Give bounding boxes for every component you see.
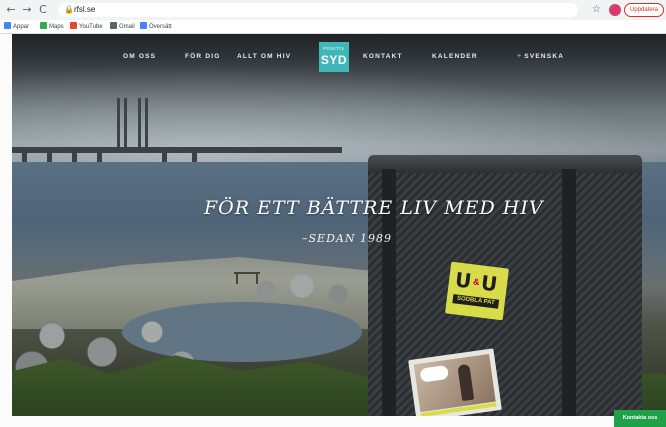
bookmark-apps[interactable]: Appar xyxy=(4,22,29,31)
translate-icon xyxy=(140,22,147,29)
nav-allt-om-hiv[interactable]: ALLT OM HIV xyxy=(237,52,291,62)
sticker-amp: & xyxy=(472,276,481,288)
nav-kontakt[interactable]: KONTAKT xyxy=(363,52,403,62)
address-url[interactable]: rfsl.se xyxy=(74,3,95,17)
apps-icon xyxy=(4,22,11,29)
forward-icon[interactable]: → xyxy=(20,3,34,17)
bookmark-gmail[interactable]: Gmail xyxy=(110,22,135,31)
bench xyxy=(234,272,260,284)
bookmark-label: Appar xyxy=(13,24,30,30)
bookmark-label: Maps xyxy=(49,24,64,30)
web-page: U & U SODBLA PAT FÖR ETT BÄTTRE LIV MED … xyxy=(0,34,666,427)
bridge-pylon xyxy=(138,98,141,150)
nav-for-dig[interactable]: FÖR DIG xyxy=(185,52,220,62)
bookmark-label: Översätt xyxy=(149,24,172,30)
bridge-pylon xyxy=(117,98,120,150)
lock-icon: 🔒 xyxy=(64,5,74,14)
bookmark-youtube[interactable]: YouTube xyxy=(70,22,103,31)
site-navigation: OM OSS FÖR DIG ALLT OM HIV POSITIV SYD K… xyxy=(12,34,666,78)
language-label: SVENSKA xyxy=(524,53,565,60)
hero-subline: –SEDAN 1989 xyxy=(302,232,392,245)
bridge-pylon xyxy=(145,98,148,150)
browser-toolbar: ← → C 🔒 rfsl.se ☆ Uppdatera xyxy=(0,0,666,20)
profile-avatar[interactable] xyxy=(609,4,621,16)
sticker-letter: U xyxy=(479,270,499,297)
sticker-letter: U xyxy=(453,267,473,294)
hero-headline: FÖR ETT BÄTTRE LIV MED HIV xyxy=(204,197,544,219)
nav-language[interactable]: + SVENSKA xyxy=(517,52,564,62)
youtube-icon xyxy=(70,22,77,29)
update-button[interactable]: Uppdatera xyxy=(624,3,664,17)
contact-button[interactable]: Kontakta oss xyxy=(614,410,666,427)
nav-kalender[interactable]: KALENDER xyxy=(432,52,478,62)
bookmark-star-icon[interactable]: ☆ xyxy=(592,3,601,17)
maps-icon xyxy=(40,22,47,29)
site-logo[interactable]: POSITIV SYD xyxy=(319,42,349,72)
uu-sticker: U & U SODBLA PAT xyxy=(445,261,509,321)
sticker-tag: SODBLA PAT xyxy=(452,294,500,309)
rocks xyxy=(242,270,362,310)
bookmark-label: Gmail xyxy=(119,24,135,30)
gmail-icon xyxy=(110,22,117,29)
address-bar[interactable]: 🔒 rfsl.se xyxy=(58,3,578,17)
nav-om-oss[interactable]: OM OSS xyxy=(123,52,156,62)
globe-icon: + xyxy=(517,53,523,60)
trash-bin-post xyxy=(562,169,576,416)
bookmark-translate[interactable]: Översätt xyxy=(140,22,172,31)
reload-icon[interactable]: C xyxy=(36,3,50,17)
logo-text: SYD xyxy=(320,53,348,67)
hero-image: U & U SODBLA PAT FÖR ETT BÄTTRE LIV MED … xyxy=(12,34,666,416)
logo-small-text: POSITIV xyxy=(323,46,345,51)
bookmarks-bar: Appar Maps YouTube Gmail Översätt xyxy=(0,20,666,34)
bookmark-maps[interactable]: Maps xyxy=(40,22,64,31)
back-icon[interactable]: ← xyxy=(4,3,18,17)
bookmark-label: YouTube xyxy=(79,24,103,30)
bridge xyxy=(12,147,342,153)
trash-bin-lid xyxy=(368,155,642,173)
photo-sticker xyxy=(408,348,502,416)
bridge-pylon xyxy=(124,98,127,150)
